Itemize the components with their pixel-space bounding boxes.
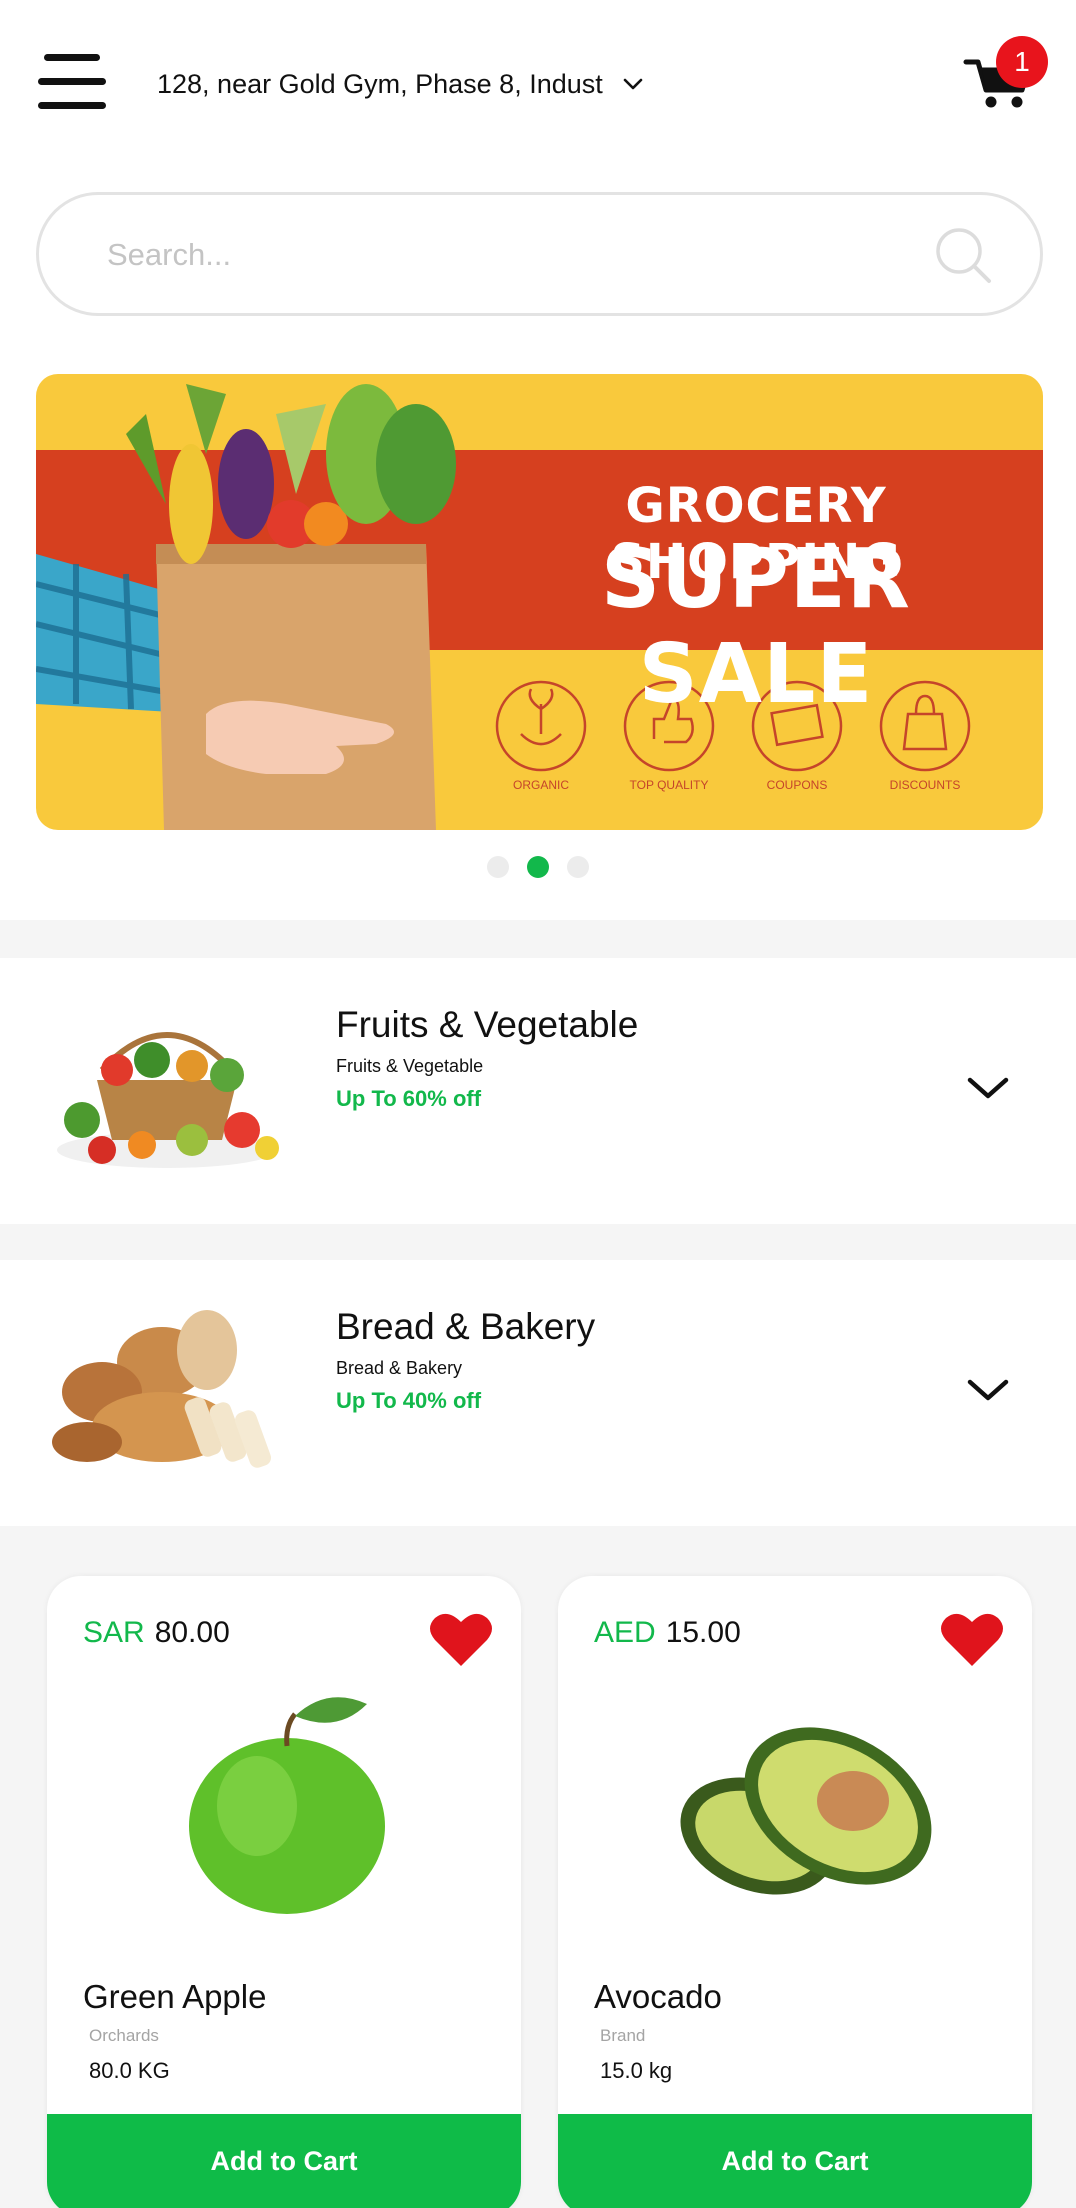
product-price: SAR 80.00 <box>83 1616 230 1650</box>
badge-label-organic: ORGANIC <box>512 778 569 792</box>
menu-line <box>44 54 100 61</box>
add-to-cart-button[interactable]: Add to Cart <box>47 2114 521 2208</box>
badge-label-top-quality: TOP QUALITY <box>629 778 709 792</box>
product-name: Avocado <box>594 1978 722 2015</box>
search-icon[interactable] <box>933 225 995 287</box>
section-divider <box>0 1224 1076 1260</box>
chevron-down-icon <box>623 78 643 90</box>
search-bar[interactable] <box>36 192 1043 316</box>
product-quantity: 80.0 KG <box>89 2058 170 2083</box>
category-title: Bread & Bakery <box>336 1306 596 1347</box>
menu-line <box>38 78 106 85</box>
bread-bakery-image <box>52 1310 272 1468</box>
category-subtitle: Fruits & Vegetable <box>336 1056 484 1076</box>
product-price-amount: 15.00 <box>665 1616 741 1649</box>
category-subtitle: Bread & Bakery <box>336 1358 463 1378</box>
menu-button[interactable] <box>38 54 106 110</box>
section-divider <box>0 920 1076 958</box>
delivery-address-text: 128, near Gold Gym, Phase 8, Indust <box>157 68 603 99</box>
delivery-address-selector[interactable]: 128, near Gold Gym, Phase 8, Indust <box>157 64 645 104</box>
menu-line <box>38 102 106 109</box>
banner-title-line2: SUPER SALE <box>601 532 911 722</box>
product-currency: AED <box>594 1616 656 1649</box>
category-bread-bakery[interactable]: Bread & Bakery Bread & Bakery Up To 40% … <box>0 1260 1076 1526</box>
app-header: 128, near Gold Gym, Phase 8, Indust 1 <box>0 0 1076 170</box>
chevron-down-icon[interactable] <box>964 1366 1012 1414</box>
search-input[interactable] <box>107 225 927 285</box>
category-offer: Up To 40% off <box>336 1388 482 1413</box>
product-quantity: 15.0 kg <box>600 2058 673 2083</box>
banner-pagination <box>0 856 1076 880</box>
category-fruits-vegetable[interactable]: Fruits & Vegetable Fruits & Vegetable Up… <box>0 958 1076 1224</box>
fruits-vegetables-basket-image <box>57 1032 279 1168</box>
badge-label-coupons: COUPONS <box>766 778 828 792</box>
chevron-down-icon[interactable] <box>964 1064 1012 1112</box>
product-currency: SAR <box>83 1616 145 1649</box>
product-name: Green Apple <box>83 1978 267 2015</box>
category-offer: Up To 60% off <box>336 1086 482 1111</box>
avocado-image <box>680 1727 932 1895</box>
green-apple-image <box>189 1697 385 1914</box>
product-card[interactable]: AED 15.00 Avocado Brand 15.0 kg Add to Ca… <box>558 1576 1032 2208</box>
product-brand: Brand <box>600 2026 646 2045</box>
heart-icon[interactable] <box>427 1608 495 1670</box>
promo-banner[interactable]: GROCERY SHOPPING SUPER SALE ORGANIC TOP … <box>36 374 1043 830</box>
product-price: AED 15.00 <box>594 1616 741 1650</box>
pagination-dot-active[interactable] <box>527 856 549 878</box>
product-brand: Orchards <box>89 2026 159 2045</box>
category-title: Fruits & Vegetable <box>336 1004 639 1045</box>
pagination-dot[interactable] <box>487 856 509 878</box>
pagination-dot[interactable] <box>567 856 589 878</box>
heart-icon[interactable] <box>938 1608 1006 1670</box>
product-price-amount: 80.00 <box>154 1616 230 1649</box>
cart-count-badge: 1 <box>996 36 1048 88</box>
badge-label-discounts: DISCOUNTS <box>889 778 961 792</box>
product-card[interactable]: SAR 80.00 Green Apple Orchards 80.0 KG Ad… <box>47 1576 521 2208</box>
add-to-cart-button[interactable]: Add to Cart <box>558 2114 1032 2208</box>
